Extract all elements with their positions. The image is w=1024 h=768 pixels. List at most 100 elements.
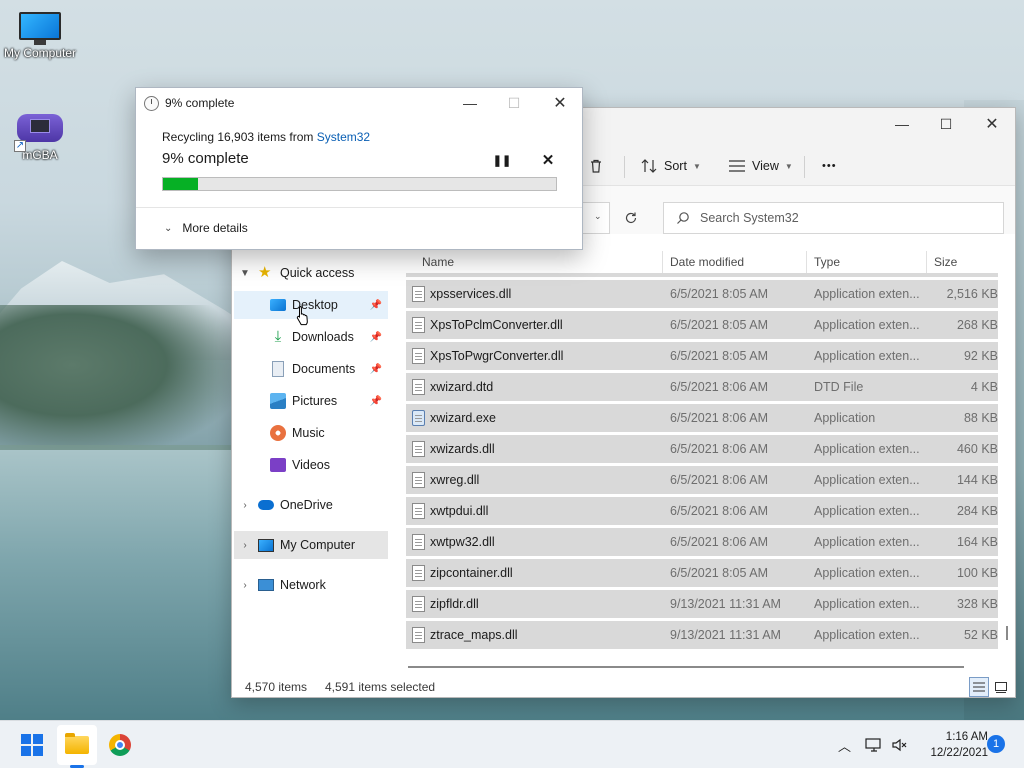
file-type-cell: Application exten... <box>814 473 920 487</box>
taskbar-file-explorer[interactable] <box>57 725 97 765</box>
cancel-icon: ✕ <box>541 152 555 169</box>
table-row[interactable]: xwreg.dll 6/5/2021 8:06 AM Application ext… <box>406 466 998 494</box>
source-folder-link[interactable]: System32 <box>317 130 370 144</box>
column-divider[interactable] <box>926 251 927 273</box>
thumbnail-view-button[interactable] <box>991 677 1011 697</box>
maximize-button[interactable]: ☐ <box>924 112 968 136</box>
monitor-icon <box>19 12 61 45</box>
network-status-button[interactable] <box>865 721 883 768</box>
column-header-name[interactable]: Name <box>422 251 454 273</box>
pin-icon[interactable]: 📌 <box>370 396 382 407</box>
folder-icon <box>65 733 89 754</box>
file-size-cell: 52 KB <box>963 628 998 642</box>
view-button[interactable]: View ▼ <box>728 153 793 179</box>
column-header-type[interactable]: Type <box>814 251 840 273</box>
trash-icon <box>591 159 601 173</box>
column-divider[interactable] <box>662 251 663 273</box>
view-icon <box>729 160 745 172</box>
file-size-cell: 268 KB <box>956 318 998 332</box>
table-row[interactable]: ztrace_maps.dll 9/13/2021 11:31 AM Applica… <box>406 621 998 649</box>
desktop-icon-label: mGBA <box>22 148 58 162</box>
nav-item-videos[interactable]: Videos <box>234 451 388 479</box>
column-header-date[interactable]: Date modified <box>670 251 744 273</box>
show-hidden-icons-button[interactable]: ︿ <box>838 721 851 768</box>
pin-icon[interactable]: 📌 <box>370 332 382 343</box>
table-row[interactable]: XpsToPclmConverter.dll 6/5/2021 8:05 AM Ap… <box>406 311 998 339</box>
nav-item-my-computer[interactable]: › My Computer <box>234 531 388 559</box>
chevron-up-icon: ︿ <box>838 738 852 754</box>
column-divider[interactable] <box>806 251 807 273</box>
table-row[interactable]: xpsservices.dll 6/5/2021 8:05 AM Applicati… <box>406 280 998 308</box>
more-options-button[interactable]: ••• <box>822 153 837 179</box>
table-row[interactable]: xwizard.dtd 6/5/2021 8:06 AM DTD File 4 KB <box>406 373 998 401</box>
table-row[interactable]: zipfldr.dll 9/13/2021 11:31 AM Application… <box>406 590 998 618</box>
horizontal-scrollbar[interactable] <box>408 666 964 668</box>
file-type-cell: Application exten... <box>814 442 920 456</box>
clock-date: 12/22/2021 <box>930 747 988 759</box>
speaker-muted-icon <box>892 738 907 752</box>
taskbar-clock[interactable]: 1:16 AM 12/22/2021 <box>918 729 988 761</box>
nav-item-network[interactable]: › Network <box>238 571 392 599</box>
dll-file-icon <box>412 627 425 643</box>
pause-button[interactable]: ❚❚ <box>492 150 512 170</box>
details-view-button[interactable] <box>969 677 989 697</box>
refresh-icon <box>625 212 637 224</box>
file-name-cell: XpsToPwgrConverter.dll <box>430 349 564 363</box>
table-row[interactable]: xwtpdui.dll 6/5/2021 8:06 AM Application e… <box>406 497 998 525</box>
nav-label: Downloads <box>292 330 354 344</box>
table-row[interactable]: xwtpw32.dll 6/5/2021 8:06 AM Application e… <box>406 528 998 556</box>
taskbar-chrome[interactable] <box>100 725 140 765</box>
file-name-cell: xwizard.exe <box>430 411 496 425</box>
dialog-close-button[interactable]: ✕ <box>538 91 582 115</box>
date-modified-cell: 6/5/2021 8:05 AM <box>670 318 768 332</box>
nav-item-documents[interactable]: Documents 📌 <box>234 355 388 383</box>
nav-quick-access[interactable]: ▼ ★ Quick access <box>238 259 392 287</box>
search-input[interactable]: Search System32 <box>663 202 1004 234</box>
nav-item-downloads[interactable]: ⤓ Downloads 📌 <box>234 323 388 351</box>
pin-icon[interactable]: 📌 <box>370 300 382 311</box>
chevron-right-icon: › <box>243 579 247 591</box>
cancel-button[interactable]: ✕ <box>538 150 558 170</box>
nav-label: Music <box>292 426 325 440</box>
close-button[interactable]: ✕ <box>970 112 1014 136</box>
vertical-scrollbar[interactable] <box>1006 626 1008 640</box>
start-button[interactable] <box>12 725 52 765</box>
file-type-cell: Application exten... <box>814 349 920 363</box>
file-size-cell: 2,516 KB <box>946 287 998 301</box>
table-row[interactable]: zipcontainer.dll 6/5/2021 8:05 AM Applicat… <box>406 559 998 587</box>
file-type-cell: Application exten... <box>814 318 920 332</box>
dll-file-icon <box>412 596 425 612</box>
table-row[interactable]: XpsToPwgrConverter.dll 6/5/2021 8:05 AM Ap… <box>406 342 998 370</box>
recycling-text: Recycling 16,903 items from <box>162 130 317 144</box>
progress-bar <box>162 177 557 191</box>
chevron-right-icon: › <box>243 539 247 551</box>
desktop-icon-my-computer[interactable]: My Computer <box>0 12 80 60</box>
recycling-status: Recycling 16,903 items from System32 <box>162 130 370 144</box>
nav-item-music[interactable]: Music <box>234 419 388 447</box>
more-details-toggle[interactable]: ⌄ More details <box>164 221 248 235</box>
toolbar-separator <box>624 156 625 178</box>
dialog-minimize-button[interactable]: — <box>448 91 492 115</box>
column-header-size[interactable]: Size <box>934 251 957 273</box>
notification-badge[interactable]: 1 <box>987 735 1005 753</box>
nav-item-onedrive[interactable]: › OneDrive <box>238 491 392 519</box>
refresh-button[interactable] <box>620 208 642 228</box>
nav-item-pictures[interactable]: Pictures 📌 <box>234 387 388 415</box>
navigation-pane: ▼ ★ Quick access Desktop 📌 ⤓ Downloads 📌… <box>232 251 390 673</box>
desktop-icon-mgba[interactable]: mGBA <box>0 110 80 162</box>
shortcut-arrow-icon: ↗ <box>14 140 26 152</box>
file-size-cell: 4 KB <box>970 380 998 394</box>
delete-button[interactable] <box>588 153 604 179</box>
sort-button[interactable]: Sort ▼ <box>640 153 701 179</box>
table-row[interactable]: xwizards.dll 6/5/2021 8:06 AM Application … <box>406 435 998 463</box>
nav-label: My Computer <box>280 538 356 552</box>
file-type-cell: Application exten... <box>814 566 920 580</box>
minimize-button[interactable]: — <box>880 112 924 136</box>
file-name-cell: xpsservices.dll <box>430 287 512 301</box>
pin-icon[interactable]: 📌 <box>370 364 382 375</box>
chevron-down-icon: ⌄ <box>594 211 602 221</box>
computer-icon <box>258 538 274 552</box>
volume-button[interactable] <box>891 721 909 768</box>
table-row[interactable]: xwizard.exe 6/5/2021 8:06 AM Application 88… <box>406 404 998 432</box>
nav-item-desktop[interactable]: Desktop 📌 <box>234 291 388 319</box>
